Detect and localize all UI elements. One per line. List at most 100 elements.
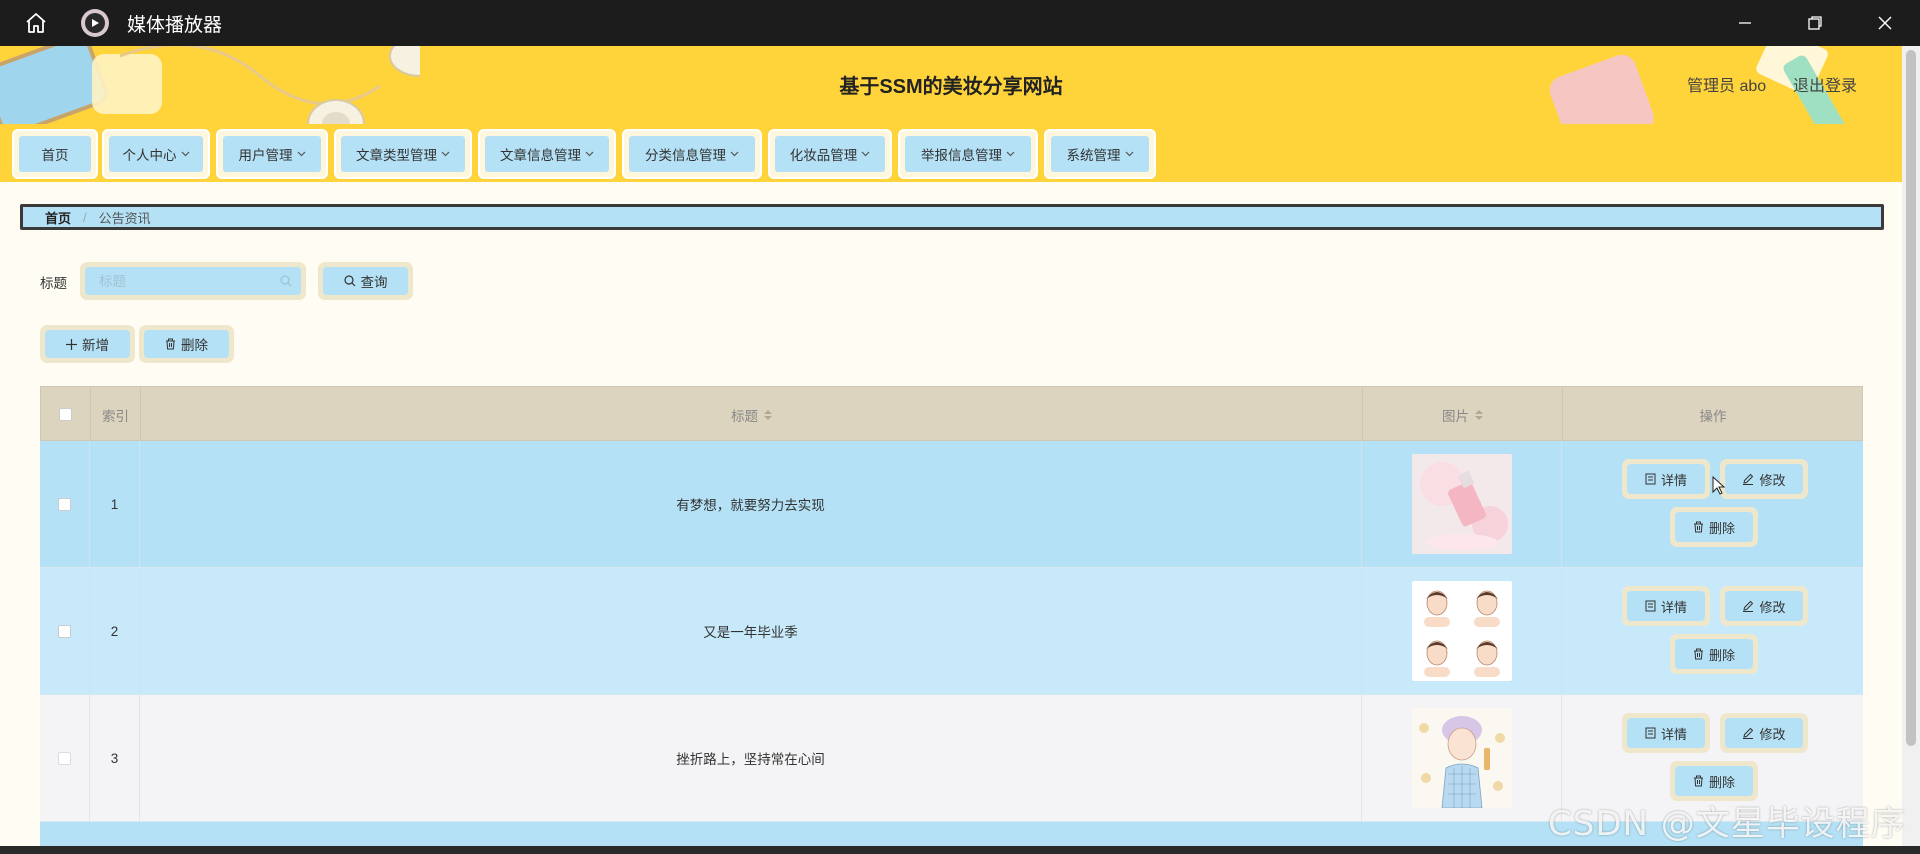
edit-button[interactable]: 修改 (1720, 459, 1808, 499)
nav-label: 首页 (41, 148, 69, 163)
window-title-bar: 媒体播放器 (0, 0, 1920, 46)
pencil-icon (1743, 727, 1754, 739)
chevron-down-icon (861, 151, 870, 157)
watermark: CSDN @文星毕设程序 (1548, 804, 1906, 844)
detail-button[interactable]: 详情 (1622, 459, 1710, 499)
pencil-icon (1743, 600, 1754, 612)
pencil-icon (1743, 473, 1754, 485)
row-select[interactable] (40, 695, 90, 821)
header-select-all[interactable] (41, 387, 91, 442)
main-nav: 首页 个人中心 用户管理 文章类型管理 文章信息管理 分类信息管理 化妆品管理 … (0, 124, 1902, 182)
search-icon (343, 275, 355, 287)
breadcrumb-home[interactable]: 首页 (45, 208, 71, 227)
nav-item-report-management[interactable]: 举报信息管理 (898, 129, 1038, 179)
home-icon[interactable] (17, 4, 55, 42)
chevron-down-icon (730, 151, 739, 157)
row-index: 2 (90, 568, 140, 694)
detail-button[interactable]: 详情 (1622, 713, 1710, 753)
nav-label: 用户管理 (238, 148, 293, 163)
face-care-image[interactable] (1411, 581, 1512, 681)
edit-button-label: 修改 (1759, 599, 1786, 615)
checkbox[interactable] (58, 497, 71, 511)
header-operation: 操作 (1699, 408, 1727, 424)
row-delete-button[interactable]: 删除 (1670, 761, 1758, 801)
delete-button-label: 删除 (181, 338, 208, 353)
chevron-down-icon (441, 151, 450, 157)
breadcrumb: 首页 / 公告资讯 (20, 204, 1884, 230)
trash-icon (1693, 648, 1703, 660)
detail-button-label: 详情 (1660, 599, 1687, 615)
nav-item-article-type-management[interactable]: 文章类型管理 (334, 129, 472, 179)
nav-label: 个人中心 (122, 148, 177, 163)
nav-label: 举报信息管理 (921, 148, 1002, 163)
nav-label: 文章信息管理 (500, 148, 581, 163)
chevron-down-icon (585, 151, 594, 157)
chevron-down-icon (1006, 151, 1015, 157)
edit-button[interactable]: 修改 (1720, 586, 1808, 626)
delete-button-label: 删除 (1708, 647, 1735, 663)
nav-item-article-info-management[interactable]: 文章信息管理 (478, 129, 616, 179)
trash-icon (166, 338, 175, 350)
restore-icon[interactable] (1780, 0, 1850, 46)
sort-icon (1475, 409, 1483, 420)
nav-label: 分类信息管理 (645, 148, 726, 163)
header-index: 索引 (91, 387, 141, 442)
table-header: 索引 标题 图片 操作 (40, 386, 1863, 442)
nav-item-cosmetics-management[interactable]: 化妆品管理 (768, 129, 892, 179)
delete-button-label: 删除 (1708, 774, 1735, 790)
nav-item-category-management[interactable]: 分类信息管理 (622, 129, 762, 179)
row-image-cell (1362, 695, 1562, 821)
row-select[interactable] (40, 441, 90, 567)
row-image-cell (1362, 568, 1562, 694)
search-icon (280, 275, 292, 287)
row-operations: 详情 修改 删除 (1562, 568, 1862, 694)
close-icon[interactable] (1850, 0, 1920, 46)
nav-label: 化妆品管理 (789, 148, 858, 163)
bottom-edge (0, 846, 1920, 854)
document-icon (1645, 473, 1656, 485)
edit-button[interactable]: 修改 (1720, 713, 1808, 753)
table-row: 2 又是一年毕业季 详情 修改 删除 (40, 568, 1863, 695)
detail-button[interactable]: 详情 (1622, 586, 1710, 626)
checkbox[interactable] (58, 624, 71, 638)
checkbox[interactable] (59, 408, 72, 421)
minimize-icon[interactable] (1710, 0, 1780, 46)
chevron-down-icon (1125, 151, 1133, 157)
row-delete-button[interactable]: 删除 (1670, 507, 1758, 547)
pink-perfume-image[interactable] (1411, 454, 1512, 554)
chevron-down-icon (181, 151, 189, 157)
add-button[interactable]: 新增 (40, 325, 135, 363)
admin-label: 管理员 abo (1687, 78, 1767, 95)
query-button[interactable]: 查询 (318, 262, 413, 300)
nav-label: 系统管理 (1066, 148, 1121, 163)
mouse-cursor-icon (1712, 476, 1726, 495)
girl-cosmetics-image[interactable] (1411, 708, 1512, 808)
edit-button-label: 修改 (1759, 472, 1786, 488)
header-title-label: 标题 (731, 408, 758, 424)
vertical-scrollbar[interactable] (1902, 46, 1920, 846)
logout-link[interactable]: 退出登录 (1793, 72, 1857, 96)
search-input[interactable] (85, 267, 301, 295)
nav-item-user-management[interactable]: 用户管理 (216, 129, 328, 179)
row-select[interactable] (40, 568, 90, 694)
row-image-cell (1362, 441, 1562, 567)
delete-button[interactable]: 删除 (139, 325, 234, 363)
plus-icon (66, 338, 77, 350)
checkbox[interactable] (58, 751, 71, 765)
trash-icon (1693, 521, 1703, 533)
sort-icon (764, 409, 772, 420)
nav-item-personal-center[interactable]: 个人中心 (102, 129, 210, 179)
row-delete-button[interactable]: 删除 (1670, 634, 1758, 674)
nav-item-system-management[interactable]: 系统管理 (1044, 129, 1156, 179)
scrollbar-thumb[interactable] (1906, 50, 1916, 746)
detail-button-label: 详情 (1660, 472, 1687, 488)
breadcrumb-current: 公告资讯 (98, 210, 151, 226)
header-title[interactable]: 标题 (141, 387, 1363, 442)
nav-item-home[interactable]: 首页 (12, 129, 98, 179)
site-title: 基于SSM的美妆分享网站 (839, 76, 1063, 98)
chevron-down-icon (297, 151, 305, 157)
table-row: 1 有梦想，就要努力去实现 详情 修改 删除 (40, 441, 1863, 568)
delete-button-label: 删除 (1708, 520, 1735, 536)
header-image[interactable]: 图片 (1363, 387, 1563, 442)
row-title: 挫折路上，坚持常在心间 (140, 695, 1362, 821)
